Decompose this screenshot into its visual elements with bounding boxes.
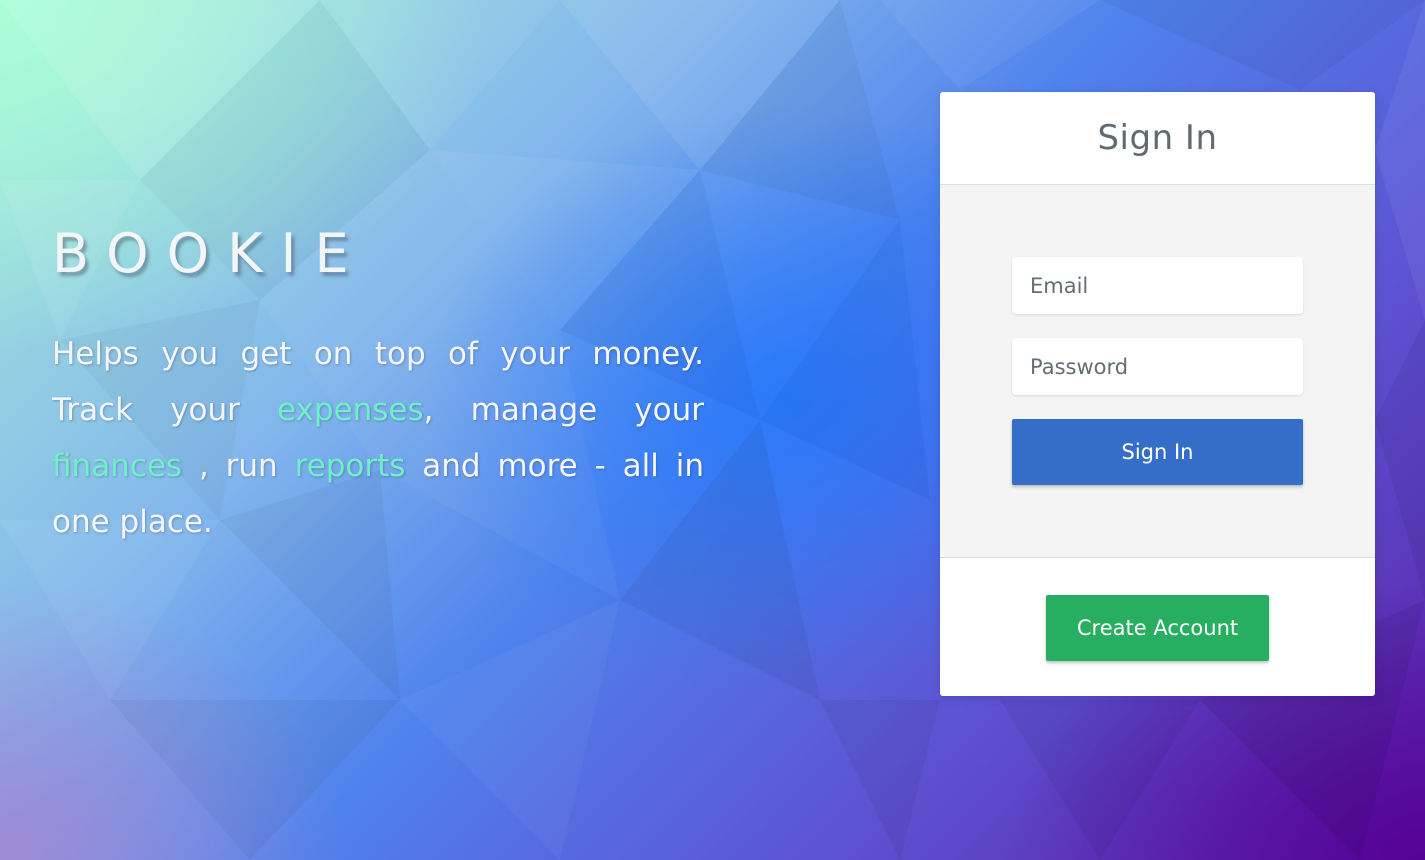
tagline-text: , run [182, 448, 295, 484]
password-field[interactable] [1012, 338, 1303, 395]
signin-title: Sign In [1097, 118, 1218, 158]
signin-card-header: Sign In [940, 92, 1375, 185]
signin-card: Sign In Sign In Create Account [940, 92, 1375, 696]
tagline-highlight-finances: finances [52, 448, 183, 484]
tagline-text: , manage your [423, 392, 705, 428]
brand-logo-text: BOOKIE [52, 222, 367, 285]
signin-form: Sign In [940, 185, 1375, 558]
signin-card-footer: Create Account [940, 558, 1375, 696]
email-field[interactable] [1012, 257, 1303, 314]
sign-in-button[interactable]: Sign In [1012, 419, 1303, 485]
tagline-highlight-reports: reports [294, 448, 406, 484]
tagline-highlight-expenses: expenses [277, 392, 424, 428]
tagline: Helps you get on top of your money. Trac… [52, 326, 704, 550]
create-account-button[interactable]: Create Account [1046, 595, 1269, 661]
